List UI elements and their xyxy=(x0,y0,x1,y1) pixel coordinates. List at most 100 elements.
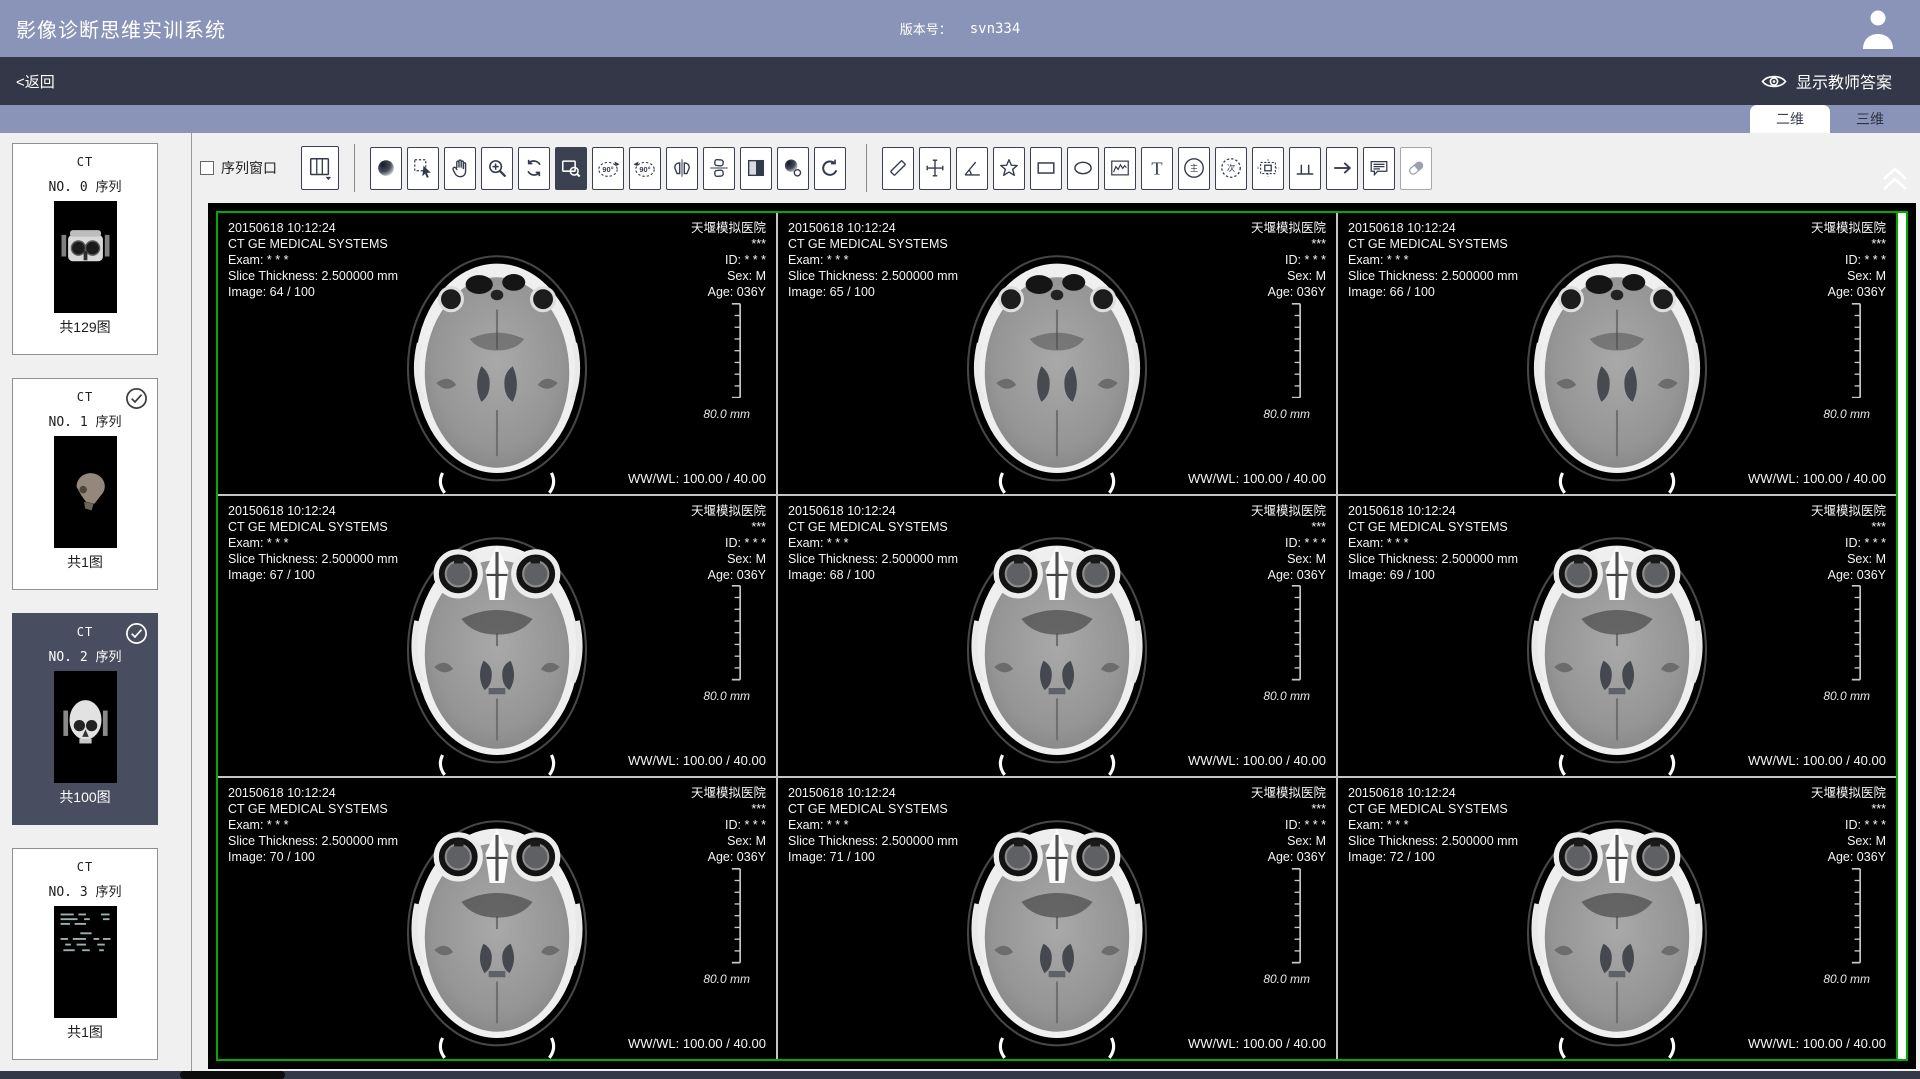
overlay-datetime: 20150618 10:12:24 xyxy=(228,503,398,519)
overlay-hospital: 天堰模拟医院 xyxy=(691,220,766,236)
collapse-toolbar-icon[interactable] xyxy=(1880,165,1910,197)
overlay-id: ID: * * * xyxy=(1251,817,1326,833)
polygon-icon xyxy=(998,156,1020,180)
scale-ruler xyxy=(1289,868,1302,963)
zoom-region-button[interactable] xyxy=(555,147,587,190)
pan-button[interactable] xyxy=(444,147,476,190)
ellipse-button[interactable] xyxy=(1067,147,1099,190)
series-modality: CT xyxy=(13,860,157,874)
ct-image-panel-7[interactable]: 20150618 10:12:24 CT GE MEDICAL SYSTEMS … xyxy=(778,778,1336,1059)
series-window-option: 序列窗口 xyxy=(200,158,277,178)
pseudo-color-button[interactable] xyxy=(777,147,809,190)
cross-ruler-button[interactable] xyxy=(919,147,951,190)
tab-3d[interactable]: 三维 xyxy=(1830,105,1910,133)
main-area: CT NO. 0 序列 共129图 CT NO. 1 序列 共1图 CT NO.… xyxy=(0,133,1920,1071)
ct-brain-image xyxy=(1502,226,1732,494)
series-thumbnail xyxy=(54,436,117,548)
viewport: 20150618 10:12:24 CT GE MEDICAL SYSTEMS … xyxy=(216,211,1908,1061)
overlay-id: ID: * * * xyxy=(1251,252,1326,268)
series-modality: CT xyxy=(13,155,157,169)
overlay-image-index: Image: 67 / 100 xyxy=(228,567,398,583)
overlay-slice-thickness: Slice Thickness: 2.500000 mm xyxy=(788,268,958,284)
overlay-sex: Sex: M xyxy=(691,268,766,284)
ruler-button[interactable] xyxy=(882,147,914,190)
invert-icon xyxy=(745,156,767,180)
angle-button[interactable] xyxy=(956,147,988,190)
flip-vertical-button[interactable] xyxy=(703,147,735,190)
ruler-icon xyxy=(887,156,909,180)
flip-horizontal-icon xyxy=(671,156,693,180)
series-card-2[interactable]: CT NO. 2 序列 共100图 xyxy=(12,613,158,825)
tab-2d[interactable]: 二维 xyxy=(1750,105,1830,133)
rectangle-button[interactable] xyxy=(1030,147,1062,190)
rotate-left-90-button[interactable]: 90° xyxy=(592,147,624,190)
eraser-button[interactable] xyxy=(1400,147,1432,190)
overlay-exam: Exam: * * * xyxy=(228,252,398,268)
series-window-checkbox[interactable] xyxy=(200,161,214,175)
ct-image-panel-4[interactable]: 20150618 10:12:24 CT GE MEDICAL SYSTEMS … xyxy=(778,496,1336,777)
ct-image-panel-5[interactable]: 20150618 10:12:24 CT GE MEDICAL SYSTEMS … xyxy=(1338,496,1896,777)
calibration-button[interactable] xyxy=(1289,147,1321,190)
overlay-datetime: 20150618 10:12:24 xyxy=(1348,220,1518,236)
zoom-in-button[interactable] xyxy=(481,147,513,190)
overlay-image-index: Image: 69 / 100 xyxy=(1348,567,1518,583)
reset-button[interactable] xyxy=(814,147,846,190)
overlay-exam: Exam: * * * xyxy=(1348,817,1518,833)
user-icon[interactable] xyxy=(1860,9,1896,49)
ct-image-panel-0[interactable]: 20150618 10:12:24 CT GE MEDICAL SYSTEMS … xyxy=(218,213,776,494)
scale-ruler xyxy=(729,303,742,398)
overlay-age: Age: 036Y xyxy=(691,284,766,300)
invert-button[interactable] xyxy=(740,147,772,190)
ct-image-panel-3[interactable]: 20150618 10:12:24 CT GE MEDICAL SYSTEMS … xyxy=(218,496,776,777)
scale-label: 80.0 mm xyxy=(1823,407,1870,421)
vertical-scrollbar[interactable] xyxy=(1896,213,1906,1059)
ct-image-panel-2[interactable]: 20150618 10:12:24 CT GE MEDICAL SYSTEMS … xyxy=(1338,213,1896,494)
app-header: 影像诊断思维实训系统 版本号： svn334 xyxy=(0,0,1920,57)
series-thumbnail xyxy=(54,201,117,313)
secondary-label-button[interactable]: 次 xyxy=(1215,147,1247,190)
overlay-age: Age: 036Y xyxy=(691,567,766,583)
zoom-in-icon xyxy=(486,156,508,180)
layout-button[interactable] xyxy=(301,146,339,190)
window-level-readout: WW/WL: 100.00 / 40.00 xyxy=(1188,1036,1326,1051)
arrow-button[interactable] xyxy=(1326,147,1358,190)
series-card-1[interactable]: CT NO. 1 序列 共1图 xyxy=(12,378,158,590)
text-button[interactable]: T xyxy=(1141,147,1173,190)
overlay-exam: Exam: * * * xyxy=(788,535,958,551)
pan-icon xyxy=(449,156,471,180)
overlay-age: Age: 036Y xyxy=(1251,567,1326,583)
main-label-button[interactable]: 主 xyxy=(1178,147,1210,190)
scale-label: 80.0 mm xyxy=(1263,689,1310,703)
overlay-datetime: 20150618 10:12:24 xyxy=(788,220,958,236)
window-level-button[interactable] xyxy=(370,147,402,190)
overlay-image-index: Image: 66 / 100 xyxy=(1348,284,1518,300)
check-icon xyxy=(125,387,148,410)
back-button[interactable]: <返回 xyxy=(16,71,55,92)
overlay-id: ID: * * * xyxy=(1811,817,1886,833)
select-button[interactable] xyxy=(407,147,439,190)
curve-button[interactable] xyxy=(1104,147,1136,190)
ct-image-panel-1[interactable]: 20150618 10:12:24 CT GE MEDICAL SYSTEMS … xyxy=(778,213,1336,494)
horizontal-scrollbar-thumb[interactable] xyxy=(180,1071,285,1079)
flip-horizontal-button[interactable] xyxy=(666,147,698,190)
overlay-age: Age: 036Y xyxy=(1251,849,1326,865)
secondary-label-icon: 次 xyxy=(1219,156,1243,180)
show-teacher-answer-button[interactable]: 显示教师答案 xyxy=(1761,69,1892,93)
ct-image-panel-8[interactable]: 20150618 10:12:24 CT GE MEDICAL SYSTEMS … xyxy=(1338,778,1896,1059)
series-image-count: 共1图 xyxy=(13,1022,157,1042)
series-image-count: 共129图 xyxy=(13,317,157,337)
version-info: 版本号： svn334 xyxy=(900,19,1021,38)
ct-brain-image xyxy=(942,226,1172,494)
series-card-3[interactable]: CT NO. 3 序列 共1图 xyxy=(12,848,158,1060)
roi-button[interactable] xyxy=(1252,147,1284,190)
scale-ruler xyxy=(1849,868,1862,963)
comment-button[interactable] xyxy=(1363,147,1395,190)
select-icon xyxy=(412,156,434,180)
reset-icon xyxy=(819,156,841,180)
cine-button[interactable] xyxy=(518,147,550,190)
window-level-readout: WW/WL: 100.00 / 40.00 xyxy=(1748,1036,1886,1051)
polygon-button[interactable] xyxy=(993,147,1025,190)
ct-image-panel-6[interactable]: 20150618 10:12:24 CT GE MEDICAL SYSTEMS … xyxy=(218,778,776,1059)
rotate-right-90-button[interactable]: 90° xyxy=(629,147,661,190)
series-card-0[interactable]: CT NO. 0 序列 共129图 xyxy=(12,143,158,355)
